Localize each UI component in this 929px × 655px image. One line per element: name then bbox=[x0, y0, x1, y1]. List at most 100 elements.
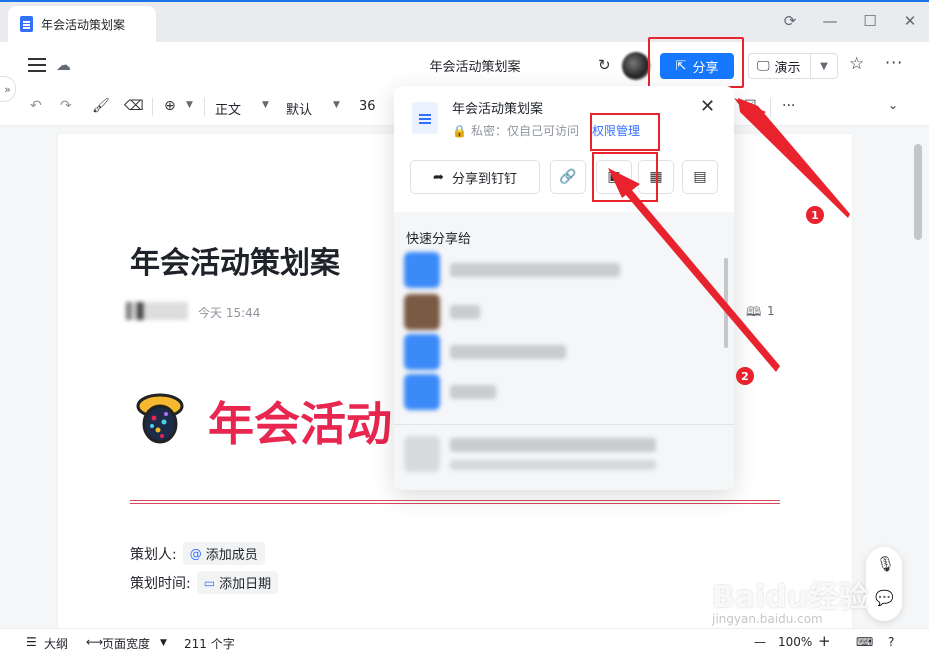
avatar bbox=[404, 374, 440, 410]
plan-time-label: 策划时间: bbox=[130, 575, 191, 592]
redo-icon[interactable]: ↷ bbox=[60, 98, 72, 114]
annotation-badge-1: 1 bbox=[806, 206, 824, 224]
toolbar-divider bbox=[152, 98, 153, 116]
calendar-icon: ▭ bbox=[203, 575, 216, 590]
banner-heading: 年会活动 bbox=[208, 397, 392, 451]
book-icon[interactable]: 🕮 bbox=[746, 303, 761, 325]
avatar[interactable] bbox=[622, 52, 650, 80]
avatar bbox=[404, 252, 440, 288]
eraser-icon[interactable]: ⌫ bbox=[124, 98, 144, 114]
list-item[interactable] bbox=[404, 434, 704, 474]
close-icon[interactable]: ✕ bbox=[700, 96, 715, 117]
contact-name bbox=[450, 385, 496, 399]
style-select[interactable]: 正文 bbox=[215, 99, 241, 118]
minimize-icon[interactable]: — bbox=[821, 12, 839, 30]
document-title[interactable]: 年会活动策划案 bbox=[130, 238, 340, 282]
outline-icon[interactable]: ☰ bbox=[26, 635, 37, 649]
privacy-status: 🔒 私密：仅自己可访问 bbox=[452, 122, 579, 139]
assistant-panel: 🎙 💬 bbox=[866, 547, 902, 621]
list-item[interactable] bbox=[404, 252, 704, 288]
annotation-badge-2: 2 bbox=[736, 367, 754, 385]
present-icon: 🖵 bbox=[757, 58, 770, 74]
page-width-select[interactable]: 页面宽度 bbox=[102, 635, 150, 652]
quick-share-section: 快速分享给 bbox=[394, 212, 734, 490]
maximize-icon[interactable]: ☐ bbox=[861, 12, 879, 30]
share-popup: 年会活动策划案 🔒 私密：仅自己可访问 权限管理 ✕ ➦ 分享到钉钉 🔗 ▣ ▦… bbox=[394, 86, 734, 490]
chevron-down-icon[interactable]: ▼ bbox=[262, 100, 269, 110]
menu-icon[interactable] bbox=[28, 58, 46, 72]
edit-time: 今天 15:44 bbox=[198, 306, 261, 320]
avatar bbox=[404, 294, 440, 330]
watermark-url: jingyan.baidu.com bbox=[712, 612, 823, 626]
contact-detail bbox=[450, 460, 656, 470]
lantern-icon bbox=[136, 393, 184, 444]
present-button[interactable]: 🖵 演示 ▼ bbox=[748, 53, 838, 79]
outline-button[interactable]: 大纲 bbox=[44, 635, 68, 652]
chat-icon[interactable]: 💬 bbox=[875, 589, 894, 607]
planner-row: 策划人: @ 添加成员 bbox=[130, 542, 265, 565]
author-name bbox=[126, 302, 188, 320]
history-icon[interactable]: ↻ bbox=[598, 56, 611, 74]
scroll-thumb[interactable] bbox=[914, 144, 922, 240]
status-bar: ☰ 大纲 ⟷ 页面宽度 ▼ 211 个字 — 100% + ⌨ ? bbox=[0, 628, 929, 655]
annotation-image-highlight bbox=[592, 152, 658, 202]
list-item[interactable] bbox=[404, 334, 704, 370]
window-controls: ⟳ — ☐ ✕ bbox=[781, 12, 919, 30]
document-header: ☁ 年会活动策划案 ↻ ⇱ 分享 🖵 演示 ▼ ☆ ··· bbox=[0, 42, 929, 88]
export-card-button[interactable]: ▤ bbox=[682, 160, 718, 194]
format-painter-icon[interactable]: 🖌 bbox=[92, 98, 110, 114]
more-icon[interactable]: ··· bbox=[885, 53, 903, 72]
chevron-down-icon[interactable]: ▼ bbox=[160, 638, 167, 648]
insert-icon[interactable]: ⊕ bbox=[164, 98, 176, 114]
list-item[interactable] bbox=[404, 294, 704, 330]
lock-icon: 🔒 bbox=[452, 123, 467, 138]
forward-icon: ➦ bbox=[433, 169, 444, 185]
chevron-down-icon[interactable]: ▼ bbox=[811, 61, 837, 72]
header-doc-title[interactable]: 年会活动策划案 bbox=[400, 56, 550, 75]
sync-icon[interactable]: ⟳ bbox=[781, 12, 799, 30]
document-scrollbar[interactable] bbox=[912, 136, 924, 626]
contact-name bbox=[450, 438, 656, 452]
toolbar-divider bbox=[770, 98, 771, 116]
annotation-permission-highlight bbox=[590, 113, 660, 151]
star-icon[interactable]: ☆ bbox=[849, 54, 864, 74]
close-window-icon[interactable]: ✕ bbox=[901, 12, 919, 30]
word-count: 211 个字 bbox=[184, 637, 235, 651]
list-item[interactable] bbox=[404, 374, 704, 410]
section-divider bbox=[394, 424, 734, 425]
page-width-icon[interactable]: ⟷ bbox=[86, 635, 103, 649]
zoom-out-icon[interactable]: — bbox=[754, 635, 766, 649]
share-to-dingtalk-label: 分享到钉钉 bbox=[451, 171, 517, 187]
document-icon bbox=[20, 16, 33, 32]
collapse-toolbar-icon[interactable]: ⌄ bbox=[888, 98, 898, 112]
add-member-chip[interactable]: @ 添加成员 bbox=[182, 542, 265, 565]
microphone-icon[interactable]: 🎙 bbox=[876, 555, 895, 573]
more-icon[interactable]: ··· bbox=[782, 98, 795, 114]
undo-icon[interactable]: ↶ bbox=[30, 98, 42, 114]
contact-name bbox=[450, 263, 620, 277]
add-member-label: 添加成员 bbox=[205, 548, 258, 563]
annotation-share-highlight bbox=[648, 37, 744, 88]
contact-name bbox=[450, 345, 566, 359]
chevron-down-icon[interactable]: ▼ bbox=[186, 100, 193, 110]
at-icon: @ bbox=[189, 546, 202, 561]
zoom-level[interactable]: 100% bbox=[778, 635, 812, 649]
font-size-select[interactable]: 36 bbox=[359, 99, 376, 114]
document-icon bbox=[412, 102, 438, 134]
checkbox-icon[interactable]: ☑ bbox=[744, 98, 757, 114]
chevron-down-icon[interactable]: ▼ bbox=[333, 100, 340, 110]
keyboard-icon[interactable]: ⌨ bbox=[856, 635, 873, 649]
contact-name bbox=[450, 305, 480, 319]
planner-label: 策划人: bbox=[130, 546, 177, 563]
cloud-sync-icon[interactable]: ☁ bbox=[56, 56, 71, 74]
popup-scrollbar[interactable] bbox=[724, 258, 728, 348]
privacy-text: 私密：仅自己可访问 bbox=[470, 124, 579, 138]
copy-link-button[interactable]: 🔗 bbox=[550, 160, 586, 194]
zoom-in-icon[interactable]: + bbox=[818, 632, 831, 650]
help-icon[interactable]: ? bbox=[888, 635, 894, 649]
share-to-dingtalk-button[interactable]: ➦ 分享到钉钉 bbox=[410, 160, 540, 194]
add-date-chip[interactable]: ▭ 添加日期 bbox=[196, 571, 279, 594]
window-titlebar: 年会活动策划案 ⟳ — ☐ ✕ bbox=[0, 0, 929, 44]
font-select[interactable]: 默认 bbox=[286, 99, 312, 118]
document-tab[interactable]: 年会活动策划案 bbox=[8, 6, 156, 42]
